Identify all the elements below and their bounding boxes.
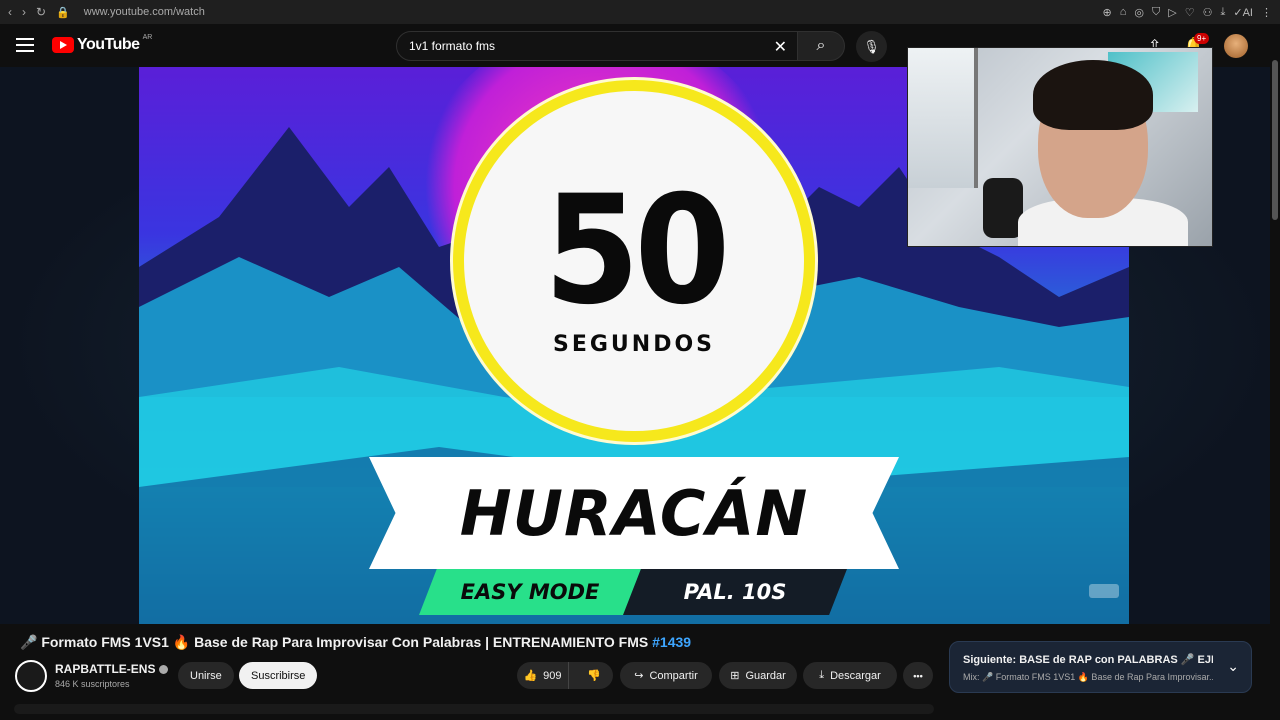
word-banner: HURACÁN [369, 457, 899, 569]
search-icon: ⌕ [816, 37, 826, 54]
subscriber-count: 846 K suscriptores [55, 679, 130, 689]
search-input[interactable]: 1v1 formato fms ✕ [396, 31, 798, 61]
like-count: 909 [543, 669, 562, 682]
countdown-timer: 50 SEGUNDOS [453, 80, 815, 442]
logo-text: YouTube [77, 36, 140, 53]
region-code: AR [142, 33, 153, 41]
heart-icon[interactable]: ♡ [1185, 6, 1195, 19]
interval-banner: PAL. 10S [623, 569, 847, 615]
share-button[interactable]: ↪ Compartir [620, 662, 712, 689]
dislike-button[interactable]: 👎 [575, 662, 613, 689]
clear-icon[interactable]: ✕ [774, 37, 787, 57]
browser-nav: ‹ › ↻ [8, 5, 46, 19]
subscribe-button[interactable]: Suscribirse [239, 662, 318, 689]
like-dislike-group: 👍 909 👎 [517, 662, 613, 689]
save-label: Guardar [745, 669, 786, 682]
video-info: 🎤 Formato FMS 1VS1 🔥 Base de Rap Para Im… [0, 624, 1280, 720]
lock-icon: 🔒 [56, 6, 70, 19]
mode-label: EASY MODE [460, 580, 600, 604]
up-next-card[interactable]: Siguiente: BASE de RAP con PALABRAS 🎤 EJ… [949, 641, 1252, 693]
like-button[interactable]: 👍 909 [517, 662, 569, 689]
youtube-play-icon [52, 37, 74, 53]
mode-banner: EASY MODE [419, 569, 641, 615]
video-title: 🎤 Formato FMS 1VS1 🔥 Base de Rap Para Im… [20, 634, 691, 651]
channel-avatar[interactable] [15, 660, 47, 692]
webcam-hair [1033, 60, 1153, 130]
save-button[interactable]: ⊞ Guardar [719, 662, 797, 689]
channel-watermark [1089, 584, 1119, 598]
download-button[interactable]: ⤓ Descargar [803, 662, 897, 689]
extensions-bar: ⊕ ⌂ ◎ ⛉ ▷ ♡ ⚇ ⤓ ✓AI ⋮ [1103, 6, 1272, 19]
up-next-subtitle: Mix: 🎤 Formato FMS 1VS1 🔥 Base de Rap Pa… [963, 672, 1213, 682]
shield-icon[interactable]: ⛉ [1152, 6, 1160, 19]
profile-icon[interactable]: ⚇ [1203, 6, 1213, 19]
description-box[interactable] [14, 704, 934, 714]
hashtag-link[interactable]: #1439 [652, 634, 691, 650]
search-button[interactable]: ⌕ [797, 31, 845, 61]
more-icon: ••• [913, 670, 923, 681]
thumbs-down-icon: 👎 [587, 670, 601, 682]
voice-search-button[interactable]: 🎙 [856, 31, 887, 62]
address-bar[interactable]: www.youtube.com/watch [84, 6, 205, 18]
youtube-logo[interactable]: YouTube AR [52, 33, 153, 54]
notification-badge: 9+ [1194, 33, 1210, 44]
webcam-microphone [983, 178, 1023, 238]
ai-icon[interactable]: ✓AI [1233, 6, 1253, 19]
join-button[interactable]: Unirse [178, 662, 234, 689]
share-label: Compartir [649, 669, 698, 682]
scrollbar-thumb[interactable] [1272, 60, 1278, 220]
hamburger-menu-icon[interactable] [16, 38, 34, 52]
page-scrollbar[interactable] [1270, 24, 1280, 720]
share-icon: ↪ [634, 670, 644, 682]
download-icon: ⤓ [819, 669, 825, 681]
save-icon: ⊞ [730, 670, 740, 682]
account-avatar[interactable] [1224, 34, 1248, 58]
play-icon[interactable]: ▷ [1168, 6, 1176, 19]
webcam-window [908, 48, 978, 188]
interval-label: PAL. 10S [683, 580, 787, 604]
reload-icon[interactable]: ↻ [36, 5, 46, 19]
downloads-icon[interactable]: ⤓ [1221, 6, 1226, 19]
mic-icon: 🎙 [863, 38, 880, 54]
thumbs-up-icon: 👍 [523, 670, 538, 682]
back-icon[interactable]: ‹ [8, 5, 12, 19]
up-next-title: Siguiente: BASE de RAP con PALABRAS 🎤 EJ… [963, 654, 1213, 666]
more-actions-button[interactable]: ••• [903, 662, 933, 689]
browser-menu-icon[interactable]: ⋮ [1261, 6, 1272, 19]
search-query: 1v1 formato fms [409, 39, 496, 53]
prompt-word: HURACÁN [459, 476, 809, 550]
timer-number: 50 [543, 163, 730, 338]
channel-name-text: RAPBATTLE-ENS [55, 662, 156, 676]
webcam-overlay [907, 47, 1213, 247]
vpn-icon[interactable]: ◎ [1134, 6, 1144, 19]
pin-icon[interactable]: ⌂ [1120, 6, 1127, 19]
verified-icon [159, 665, 169, 675]
download-label: Descargar [830, 669, 881, 682]
chevron-down-icon[interactable]: ⌄ [1227, 658, 1239, 675]
zoom-icon[interactable]: ⊕ [1103, 6, 1112, 19]
video-title-text: 🎤 Formato FMS 1VS1 🔥 Base de Rap Para Im… [20, 634, 649, 650]
forward-icon[interactable]: › [22, 5, 26, 19]
channel-name[interactable]: RAPBATTLE-ENS [55, 662, 169, 676]
browser-toolbar: ‹ › ↻ 🔒 www.youtube.com/watch ⊕ ⌂ ◎ ⛉ ▷ … [0, 0, 1280, 24]
